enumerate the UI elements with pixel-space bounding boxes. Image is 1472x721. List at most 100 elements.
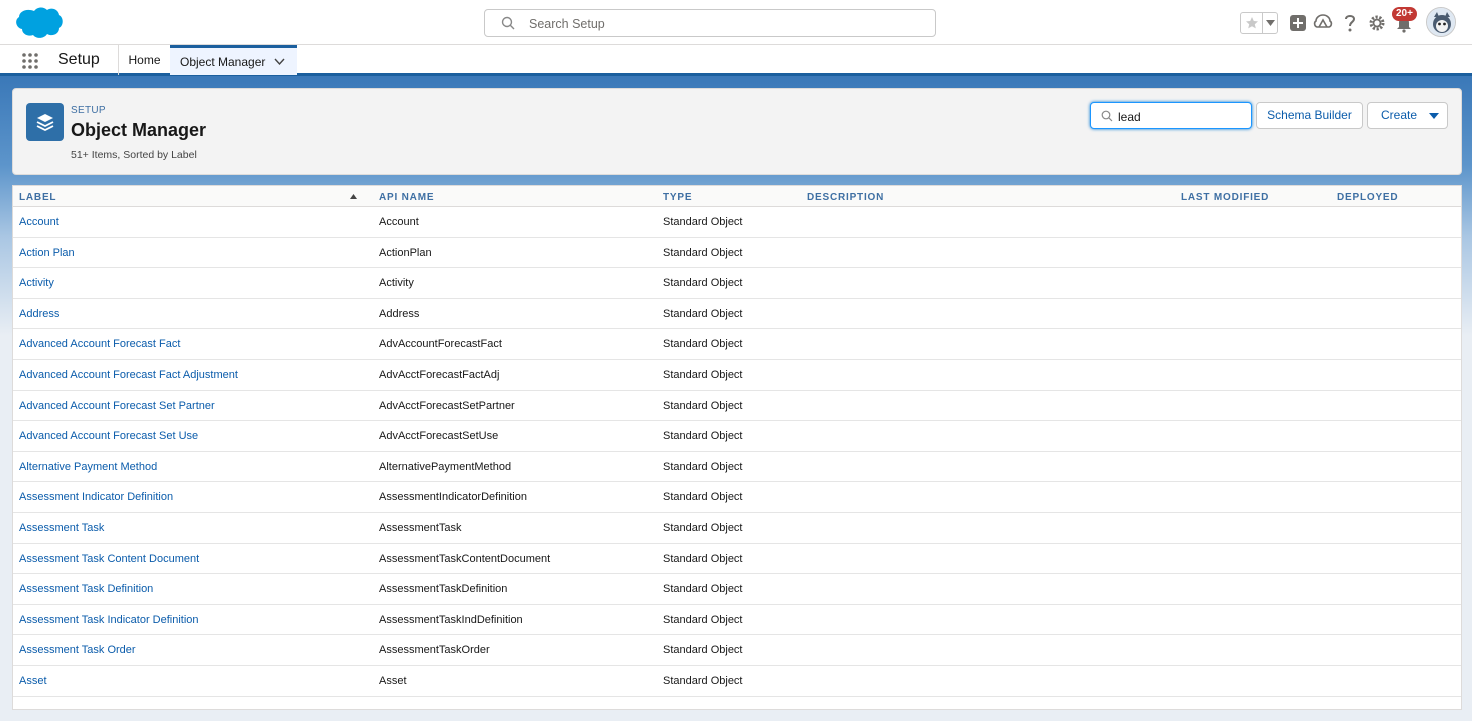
- column-header-label[interactable]: LABEL: [19, 192, 56, 203]
- tab-home[interactable]: Home: [120, 45, 169, 75]
- table-row: Account Account Standard Object: [13, 207, 1461, 238]
- notification-count-badge: 20+: [1392, 7, 1417, 21]
- object-type: Standard Object: [663, 246, 743, 259]
- table-row: Assessment Task Definition AssessmentTask…: [13, 574, 1461, 605]
- user-avatar[interactable]: [1426, 7, 1456, 37]
- table-row: Advanced Account Forecast Set Use AdvAcct…: [13, 421, 1461, 452]
- table-row: Assessment Task Indicator Definition Asse…: [13, 604, 1461, 636]
- object-label-link[interactable]: Account: [19, 216, 59, 228]
- context-bar: Setup Home Object Manager: [0, 45, 1472, 76]
- column-header-last-modified[interactable]: LAST MODIFIED: [1181, 192, 1269, 203]
- column-header-api-name[interactable]: API NAME: [379, 192, 434, 203]
- object-label-link[interactable]: Assessment Task Order: [19, 644, 136, 656]
- object-label-link[interactable]: Advanced Account Forecast Set Partner: [19, 400, 215, 412]
- setup-search-input[interactable]: Search Setup: [484, 9, 936, 37]
- object-label-link[interactable]: Activity: [19, 277, 54, 289]
- object-api-name: ActionPlan: [379, 246, 432, 259]
- table-row: Address Address Standard Object: [13, 298, 1461, 330]
- objects-table: LABEL API NAME TYPE DESCRIPTION LAST MOD…: [12, 185, 1462, 710]
- trailhead-icon[interactable]: [1310, 9, 1336, 37]
- schema-builder-button[interactable]: Schema Builder: [1256, 102, 1363, 129]
- object-label-link[interactable]: Alternative Payment Method: [19, 461, 157, 473]
- sort-ascending-icon[interactable]: [350, 194, 357, 199]
- object-type: Standard Object: [663, 460, 743, 473]
- object-type: Standard Object: [663, 216, 743, 228]
- table-row: Asset Asset Standard Object: [13, 665, 1461, 697]
- object-api-name: Address: [379, 307, 420, 320]
- help-icon[interactable]: [1337, 9, 1363, 37]
- object-api-name: AssessmentTaskContentDocument: [379, 552, 551, 565]
- favorites-star-icon[interactable]: [1244, 15, 1260, 31]
- search-placeholder: Search Setup: [529, 17, 605, 31]
- object-label-link[interactable]: Assessment Indicator Definition: [19, 491, 173, 503]
- chevron-down-icon[interactable]: [274, 58, 285, 66]
- object-api-name: Account: [379, 216, 419, 228]
- object-label-link[interactable]: Advanced Account Forecast Fact Adjustmen…: [19, 369, 238, 381]
- object-label-link[interactable]: Assessment Task Definition: [19, 583, 153, 595]
- object-api-name: AssessmentIndicatorDefinition: [379, 491, 527, 504]
- app-name: Setup: [58, 51, 100, 68]
- object-api-name: AdvAccountForecastFact: [379, 338, 502, 351]
- object-type: Standard Object: [663, 430, 743, 443]
- object-type: Standard Object: [663, 552, 743, 565]
- global-actions-add-icon[interactable]: [1285, 9, 1311, 37]
- context-divider: [118, 45, 119, 75]
- table-row: Advanced Account Forecast Fact Adjustmen…: [13, 359, 1461, 391]
- column-header-type[interactable]: TYPE: [663, 192, 692, 203]
- object-label-link[interactable]: Advanced Account Forecast Set Use: [19, 430, 198, 442]
- create-button[interactable]: Create: [1367, 102, 1448, 129]
- object-label-link[interactable]: Assessment Task Indicator Definition: [19, 614, 199, 626]
- object-type: Standard Object: [663, 368, 743, 381]
- object-api-name: AssessmentTaskDefinition: [379, 583, 508, 596]
- object-manager-icon: [26, 103, 64, 141]
- search-icon: [501, 16, 515, 30]
- page-header: SETUP Object Manager 51+ Items, Sorted b…: [12, 88, 1462, 175]
- table-row: Advanced Account Forecast Set Partner Adv…: [13, 390, 1461, 422]
- object-type: Standard Object: [663, 491, 743, 504]
- object-type: Standard Object: [663, 399, 743, 412]
- tab-object-manager-label: Object Manager: [180, 55, 266, 69]
- search-icon: [1101, 110, 1113, 122]
- object-type: Standard Object: [663, 674, 743, 687]
- quick-find-value: lead: [1118, 110, 1141, 124]
- favorites-group[interactable]: [1240, 12, 1278, 34]
- table-row: Action Plan ActionPlan Standard Object: [13, 237, 1461, 269]
- table-header: LABEL API NAME TYPE DESCRIPTION LAST MOD…: [13, 186, 1461, 207]
- favorites-divider: [1262, 13, 1263, 33]
- column-header-description[interactable]: DESCRIPTION: [807, 192, 884, 203]
- object-type: Standard Object: [663, 521, 743, 534]
- favorites-dropdown-icon[interactable]: [1266, 19, 1275, 27]
- page-title: Object Manager: [71, 120, 207, 140]
- items-count: 51+ Items, Sorted by Label: [71, 149, 197, 161]
- global-header: Search Setup 20+: [0, 0, 1472, 45]
- quick-find-input[interactable]: lead: [1090, 102, 1252, 129]
- object-api-name: AssessmentTask: [379, 521, 462, 534]
- table-row: Assessment Task Order AssessmentTaskOrder…: [13, 635, 1461, 666]
- table-row: Advanced Account Forecast Fact AdvAccount…: [13, 329, 1461, 360]
- object-api-name: Asset: [379, 674, 407, 687]
- object-type: Standard Object: [663, 307, 743, 320]
- object-label-link[interactable]: Asset: [19, 675, 47, 687]
- object-type: Standard Object: [663, 583, 743, 596]
- tab-object-manager[interactable]: Object Manager: [170, 45, 297, 75]
- object-label-link[interactable]: Assessment Task: [19, 522, 104, 534]
- table-body: Account Account Standard Object Action Plan…: [13, 207, 1461, 697]
- object-type: Standard Object: [663, 644, 743, 657]
- object-label-link[interactable]: Assessment Task Content Document: [19, 553, 199, 565]
- object-label-link[interactable]: Advanced Account Forecast Fact: [19, 338, 180, 350]
- object-type: Standard Object: [663, 277, 743, 290]
- object-api-name: AssessmentTaskOrder: [379, 644, 490, 657]
- object-label-link[interactable]: Action Plan: [19, 247, 75, 259]
- object-api-name: Activity: [379, 277, 414, 290]
- breadcrumb[interactable]: SETUP: [71, 105, 106, 116]
- object-type: Standard Object: [663, 338, 743, 351]
- object-label-link[interactable]: Address: [19, 308, 59, 320]
- object-api-name: AssessmentTaskIndDefinition: [379, 613, 523, 626]
- app-launcher-icon[interactable]: [21, 52, 39, 70]
- caret-down-icon: [1429, 113, 1439, 119]
- setup-gear-icon[interactable]: [1364, 9, 1390, 37]
- object-api-name: AdvAcctForecastSetPartner: [379, 399, 515, 412]
- table-row: Activity Activity Standard Object: [13, 268, 1461, 299]
- column-header-deployed[interactable]: DEPLOYED: [1337, 192, 1398, 203]
- salesforce-logo[interactable]: [14, 6, 64, 40]
